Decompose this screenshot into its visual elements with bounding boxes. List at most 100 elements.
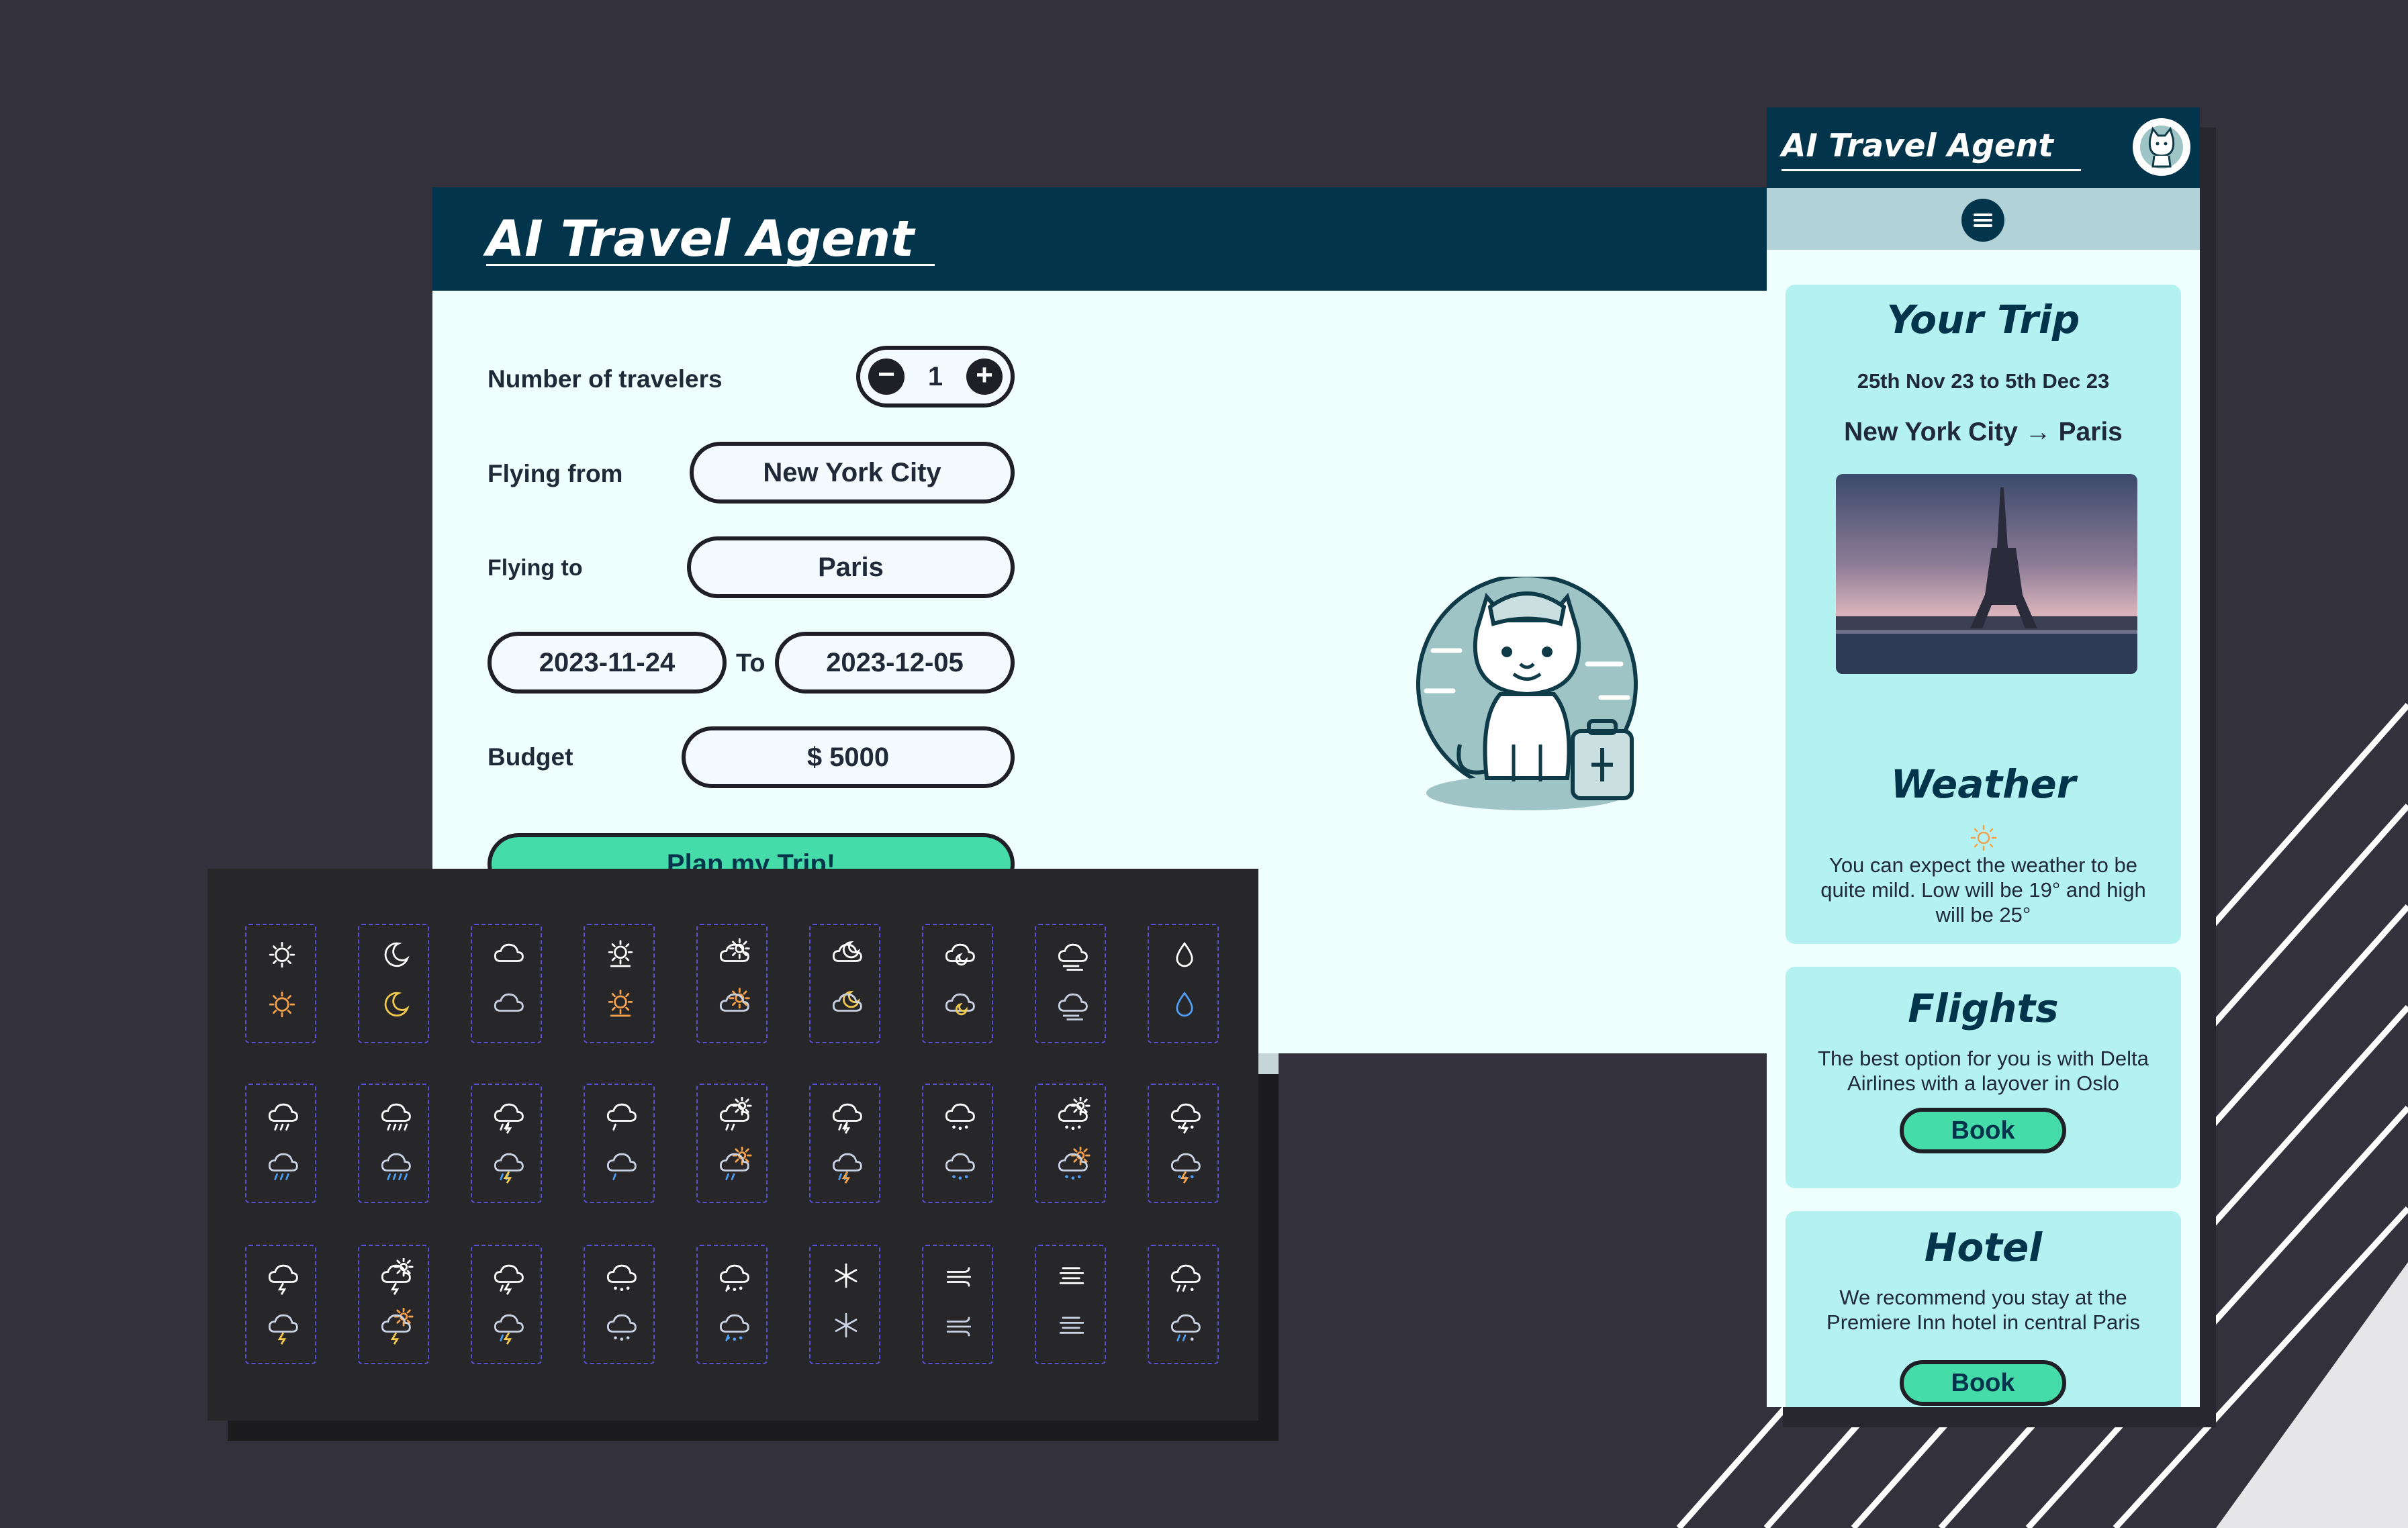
mobile-window: AI Travel Agent Your Trip 25th Nov 23 to…: [1767, 107, 2200, 1407]
travelers-stepper[interactable]: − 1 +: [856, 346, 1015, 408]
rain-night-icon: [832, 1103, 862, 1134]
heavy-rain-icon: [381, 1103, 411, 1131]
icon-cell: [1148, 1245, 1219, 1364]
hamburger-menu-button[interactable]: [1961, 199, 2004, 242]
plus-button[interactable]: +: [966, 359, 1003, 395]
title-underline: [486, 264, 935, 266]
showers-icon: [945, 1103, 975, 1130]
raindrop-icon: [1176, 991, 1193, 1017]
moon-icon: [384, 942, 410, 967]
icon-cell: [471, 1245, 542, 1364]
icon-cell: [245, 924, 316, 1043]
cat-avatar-icon: [2140, 126, 2183, 169]
thunder-rain-icon: [494, 1153, 524, 1184]
to-input[interactable]: Paris: [687, 536, 1015, 598]
sun-icon: [269, 942, 295, 968]
wind-icon: [946, 1317, 972, 1337]
rain-night-icon: [832, 1153, 862, 1184]
hotel-title: Hotel: [1924, 1225, 2043, 1270]
mobile-header: AI Travel Agent: [1767, 107, 2200, 188]
from-label: Flying from: [488, 460, 623, 487]
drizzle-icon: [606, 1153, 637, 1180]
to-label: Flying to: [488, 555, 583, 581]
trip-dates: 25th Nov 23 to 5th Dec 23: [1857, 369, 2110, 393]
drizzle-icon: [606, 1103, 637, 1131]
thunder-icon: [268, 1314, 298, 1345]
weather-text: You can expect the weather to be quite m…: [1820, 853, 2146, 926]
mobile-menu-bar: [1767, 188, 2200, 250]
wind-icon: [946, 1267, 972, 1287]
partly-cloudy-night-icon: [832, 991, 862, 1012]
showers-day-icon: [1058, 1097, 1091, 1130]
mobile-app-title: AI Travel Agent: [1781, 128, 2053, 164]
hotel-card: Hotel We recommend you stay at the Premi…: [1786, 1211, 2181, 1407]
desktop-header: AI Travel Agent: [432, 187, 1775, 291]
partly-cloudy-day-icon: [719, 938, 750, 962]
thunder-rain-icon: [494, 1103, 524, 1134]
hamburger-menu-icon: [1974, 213, 1992, 227]
flights-title: Flights: [1908, 986, 2059, 1031]
rain-icon: [268, 1103, 298, 1131]
end-date-input[interactable]: 2023-12-05: [775, 632, 1015, 694]
start-date-input[interactable]: 2023-11-24: [488, 632, 727, 694]
rain-icon: [268, 1153, 298, 1180]
sun-haze-icon: [608, 940, 633, 967]
showers-icon: [945, 1153, 975, 1180]
icon-cell: [1148, 1084, 1219, 1203]
icon-cell: [358, 924, 429, 1043]
thunder-icon: [268, 1264, 298, 1295]
app-title: AI Travel Agent: [486, 210, 915, 268]
travelers-label: Number of travelers: [488, 365, 723, 393]
book-hotel-button[interactable]: Book: [1900, 1360, 2066, 1406]
moon-icon: [384, 992, 410, 1017]
thunder-drizzle-icon: [494, 1314, 524, 1345]
flights-text: The best option for you is with Delta Ai…: [1818, 1047, 2149, 1095]
trip-route: New York City → Paris: [1844, 418, 2123, 446]
from-input[interactable]: New York City: [690, 442, 1015, 504]
thunder-drizzle-icon: [494, 1264, 524, 1295]
icon-cell: [1035, 1084, 1106, 1203]
fog-icon: [1058, 943, 1088, 971]
fog-icon: [1058, 993, 1088, 1020]
icon-cell: [809, 1245, 880, 1364]
icon-cell: [922, 924, 993, 1043]
hail-icon: [719, 1264, 749, 1292]
cloud-night-icon: [945, 993, 975, 1016]
partly-cloudy-day-icon: [719, 988, 750, 1012]
avatar[interactable]: [2133, 118, 2190, 176]
icon-cell: [809, 924, 880, 1043]
sleet-icon: [606, 1314, 637, 1341]
raindrop-icon: [1176, 941, 1193, 967]
sun-icon: [1970, 824, 1997, 851]
rain-day-icon: [719, 1097, 752, 1131]
snowflake-icon: [835, 1312, 858, 1338]
snow-rain-icon: [1170, 1314, 1201, 1341]
book-flight-button[interactable]: Book: [1900, 1108, 2066, 1153]
thunder-day-icon: [381, 1308, 414, 1345]
minus-icon: −: [878, 358, 895, 391]
partly-cloudy-night-icon: [832, 941, 862, 962]
cloud-icon: [494, 943, 524, 962]
icon-cell: [1148, 924, 1219, 1043]
cloud-icon: [494, 993, 524, 1012]
cat-pilot-mascot: [1416, 577, 1638, 810]
hail-icon: [719, 1314, 749, 1341]
icon-cell: [1035, 1245, 1106, 1364]
icon-cell: [471, 924, 542, 1043]
snow-rain-icon: [1170, 1264, 1201, 1292]
date-separator: To: [736, 649, 766, 677]
plus-icon: +: [976, 359, 993, 391]
hotel-text: We recommend you stay at the Premiere In…: [1826, 1286, 2140, 1334]
minus-button[interactable]: −: [868, 359, 905, 395]
showers-night-icon: [1170, 1103, 1201, 1134]
budget-input[interactable]: $ 5000: [682, 726, 1015, 788]
windy-fog-icon: [1059, 1267, 1084, 1284]
weather-title: Weather: [1890, 761, 2076, 807]
trip-title: Your Trip: [1886, 297, 2080, 342]
icon-cell: [245, 1084, 316, 1203]
budget-label: Budget: [488, 743, 573, 771]
icon-cell: [358, 1084, 429, 1203]
icon-cell: [358, 1245, 429, 1364]
cloud-night-icon: [945, 943, 975, 966]
sun-icon: [269, 992, 295, 1018]
